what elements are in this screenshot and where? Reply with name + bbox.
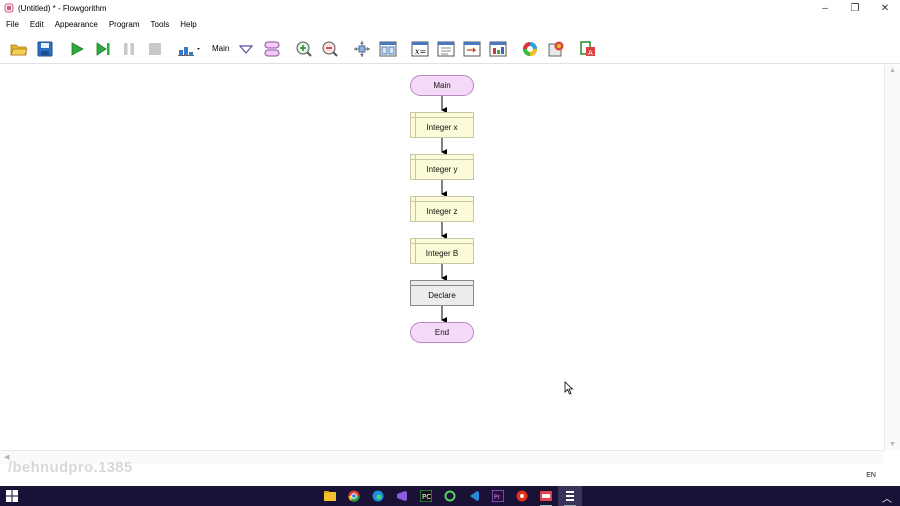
declare-node-z[interactable]: Integer z <box>410 196 474 222</box>
scroll-down-icon[interactable]: ▼ <box>889 441 896 448</box>
open-folder-icon[interactable] <box>9 39 29 59</box>
svg-text:PC: PC <box>422 493 431 501</box>
menu-appearance[interactable]: Appearance <box>50 17 103 33</box>
taskbar: PC Pr ︿ <box>0 486 900 506</box>
declare-label-x: Integer x <box>426 122 458 132</box>
status-bar <box>0 464 900 486</box>
speed-icon[interactable] <box>177 39 203 59</box>
fit-icon[interactable] <box>352 39 372 59</box>
declare-label-z: Integer z <box>426 206 458 216</box>
vertical-scrollbar[interactable]: ▲ ▼ <box>884 65 900 450</box>
zoom-in-icon[interactable] <box>294 39 314 59</box>
menu-program[interactable]: Program <box>104 17 145 33</box>
declare-shape-label: Declare <box>428 290 456 300</box>
close-button[interactable]: ✕ <box>870 0 900 16</box>
app-icon[interactable] <box>438 486 462 506</box>
declare-shape-node[interactable]: Declare <box>410 280 474 306</box>
output-icon[interactable] <box>462 39 482 59</box>
toolbar: Main x= A <box>0 34 900 64</box>
mouse-cursor-icon <box>564 381 574 395</box>
windows-start-icon[interactable] <box>6 490 18 502</box>
watermark-text: /behnudpro.1385 <box>8 459 133 476</box>
menu-file[interactable]: File <box>1 17 24 33</box>
pause-icon[interactable] <box>119 39 139 59</box>
chart-icon[interactable] <box>488 39 508 59</box>
pycharm-icon[interactable]: PC <box>414 486 438 506</box>
visual-studio-icon[interactable] <box>390 486 414 506</box>
menu-tools[interactable]: Tools <box>146 17 175 33</box>
title-bar: (Untitled) * - Flowgorithm – ❐ ✕ <box>0 0 900 16</box>
chrome-icon[interactable] <box>342 486 366 506</box>
vscode-icon[interactable] <box>462 486 486 506</box>
tray-expand-icon[interactable]: ︿ <box>882 490 892 505</box>
language-indicator[interactable]: EN <box>866 472 876 479</box>
console-icon[interactable] <box>436 39 456 59</box>
app2-icon[interactable] <box>534 486 558 506</box>
svg-text:x=: x= <box>415 47 426 56</box>
window-title: (Untitled) * - Flowgorithm <box>18 3 107 13</box>
premiere-icon[interactable]: Pr <box>486 486 510 506</box>
export-icon[interactable]: A <box>578 39 598 59</box>
horizontal-scrollbar[interactable]: ◀ <box>0 450 884 464</box>
variable-watch-icon[interactable]: x= <box>410 39 430 59</box>
style-icon[interactable] <box>546 39 566 59</box>
step-icon[interactable] <box>93 39 113 59</box>
flowchart-canvas[interactable]: Main Integer x Integer y Integer z Integ… <box>0 65 884 450</box>
declare-node-b[interactable]: Integer B <box>410 238 474 264</box>
run-icon[interactable] <box>67 39 87 59</box>
file-explorer-icon[interactable] <box>318 486 342 506</box>
manage-functions-icon[interactable] <box>262 39 282 59</box>
end-label: End <box>434 328 450 337</box>
layout-icon[interactable] <box>378 39 398 59</box>
color-icon[interactable] <box>520 39 540 59</box>
stop-icon[interactable] <box>145 39 165 59</box>
menu-help[interactable]: Help <box>175 17 201 33</box>
declare-node-y[interactable]: Integer y <box>410 154 474 180</box>
declare-label-b: Integer B <box>425 248 459 258</box>
acrobat-icon[interactable] <box>510 486 534 506</box>
main-start-label: Main <box>433 81 451 90</box>
edge-icon[interactable] <box>366 486 390 506</box>
flowgorithm-icon[interactable] <box>558 486 582 506</box>
scroll-up-icon[interactable]: ▲ <box>889 67 896 74</box>
end-node[interactable]: End <box>410 322 474 343</box>
function-dropdown-icon[interactable] <box>236 39 256 59</box>
declare-label-y: Integer y <box>426 164 458 174</box>
zoom-out-icon[interactable] <box>320 39 340 59</box>
minimize-button[interactable]: – <box>810 0 840 16</box>
save-icon[interactable] <box>35 39 55 59</box>
flowgorithm-logo-icon <box>4 3 14 13</box>
menu-edit[interactable]: Edit <box>25 17 49 33</box>
declare-node-x[interactable]: Integer x <box>410 112 474 138</box>
menu-bar: File Edit Appearance Program Tools Help <box>0 17 900 33</box>
svg-text:A: A <box>588 49 593 57</box>
restore-button[interactable]: ❐ <box>840 0 870 16</box>
main-start-node[interactable]: Main <box>410 75 474 96</box>
function-name[interactable]: Main <box>212 44 229 53</box>
svg-text:Pr: Pr <box>494 494 501 501</box>
